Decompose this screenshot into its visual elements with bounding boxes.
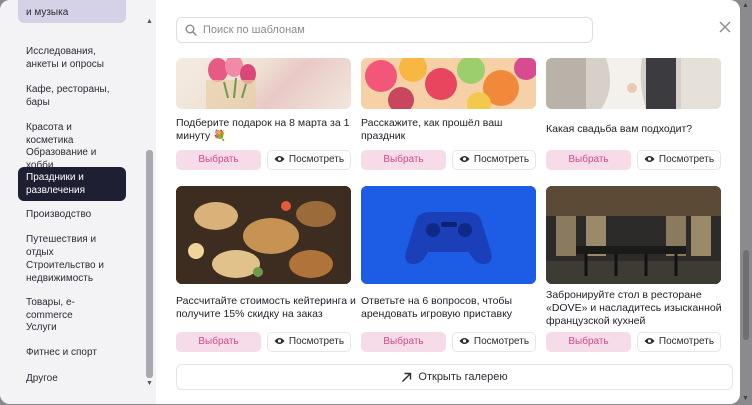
sidebar-item-construction[interactable]: Строительство и недвижимость	[18, 259, 126, 285]
sidebar-item-label: Исследования, анкеты и опросы	[26, 46, 104, 70]
view-button-label: Посмотреть	[473, 154, 530, 165]
search-input[interactable]	[203, 24, 573, 36]
choose-button[interactable]: Выбрать	[361, 332, 446, 352]
view-button[interactable]: Посмотреть	[637, 332, 721, 352]
search-box[interactable]	[176, 17, 593, 43]
view-button[interactable]: Посмотреть	[452, 150, 536, 170]
sidebar-item-label: Производство	[26, 209, 92, 220]
card-image-wedding	[546, 58, 721, 109]
sidebar-item-fitness[interactable]: Фитнес и спорт	[18, 346, 126, 359]
view-button[interactable]: Посмотреть	[452, 332, 536, 352]
page-background-strip	[740, 0, 752, 405]
sidebar-item-label: Товары, e-commerce	[26, 297, 75, 321]
sidebar-item-ecommerce[interactable]: Товары, e-commerce	[18, 296, 126, 322]
close-icon[interactable]	[717, 21, 733, 37]
sidebar-item-production[interactable]: Производство	[18, 208, 126, 221]
view-button[interactable]: Посмотреть	[267, 332, 351, 352]
choose-button[interactable]: Выбрать	[546, 150, 631, 170]
eye-icon	[644, 338, 655, 345]
sidebar-item-holidays[interactable]: Праздники и развлечения	[18, 167, 126, 201]
card-title: Ответьте на 6 вопросов, чтобы арендовать…	[361, 295, 513, 320]
card-image-balloons	[361, 58, 536, 109]
sidebar-scroll-down-arrow[interactable]: ▼	[146, 380, 153, 387]
card-image-gamepad	[361, 186, 536, 284]
view-button[interactable]: Посмотреть	[637, 150, 721, 170]
sidebar-scroll-up-arrow[interactable]: ▲	[146, 18, 153, 25]
sidebar-item-research[interactable]: Исследования, анкеты и опросы	[18, 45, 126, 71]
choose-button[interactable]: Выбрать	[176, 332, 261, 352]
card-image-tulips	[176, 58, 351, 109]
sidebar-item-label: Другое	[26, 373, 58, 384]
page-scroll-up-arrow[interactable]: ▲	[742, 2, 749, 9]
eye-icon	[459, 338, 470, 345]
card-title: Какая свадьба вам подходит?	[546, 123, 693, 135]
eye-icon	[459, 156, 470, 163]
template-gallery-modal: и музыка Исследования, анкеты и опросы К…	[0, 0, 740, 404]
sidebar-item-other[interactable]: Другое	[18, 372, 126, 385]
view-button-label: Посмотреть	[288, 336, 345, 347]
choose-button[interactable]: Выбрать	[361, 150, 446, 170]
sidebar-item-label: Кафе, рестораны, бары	[26, 84, 110, 108]
sidebar-item-beauty[interactable]: Красота и косметика	[18, 121, 126, 147]
sidebar-item-label: и музыка	[26, 7, 69, 18]
sidebar-item-label: Путешествия и отдых	[26, 234, 97, 258]
view-button-label: Посмотреть	[473, 336, 530, 347]
page-scroll-down-arrow[interactable]: ▼	[742, 395, 749, 402]
sidebar-item-label: Строительство и недвижимость	[26, 260, 104, 284]
sidebar-scrollbar-thumb[interactable]	[146, 150, 153, 378]
sidebar-item-label: Фитнес и спорт	[26, 347, 97, 358]
view-button-label: Посмотреть	[658, 336, 715, 347]
eye-icon	[274, 156, 285, 163]
eye-icon	[644, 156, 655, 163]
choose-button[interactable]: Выбрать	[176, 150, 261, 170]
page-scrollbar-thumb[interactable]	[743, 250, 749, 340]
sidebar-item-label: Красота и косметика	[26, 122, 74, 146]
sidebar-item-cafes[interactable]: Кафе, рестораны, бары	[18, 83, 126, 109]
card-image-restaurant	[546, 186, 721, 284]
card-title: Подберите подарок на 8 марта за 1 минуту…	[176, 117, 350, 142]
sidebar-item-travel[interactable]: Путешествия и отдых	[18, 233, 126, 259]
card-image-catering	[176, 186, 351, 284]
choose-button[interactable]: Выбрать	[546, 332, 631, 352]
card-title: Забронируйте стол в ресторане «DOVE» и н…	[546, 289, 722, 327]
card-title: Расскажите, как прошёл ваш праздник	[361, 117, 503, 142]
category-sidebar: и музыка Исследования, анкеты и опросы К…	[0, 0, 156, 404]
sidebar-item-services[interactable]: Услуги	[18, 321, 126, 334]
sidebar-item-label: Услуги	[26, 322, 57, 333]
open-gallery-label: Открыть галерею	[418, 371, 508, 383]
arrow-up-right-icon	[402, 372, 412, 382]
view-button-label: Посмотреть	[658, 154, 715, 165]
search-icon	[185, 24, 197, 36]
open-gallery-button[interactable]: Открыть галерею	[176, 364, 733, 390]
view-button-label: Посмотреть	[288, 154, 345, 165]
card-title: Рассчитайте стоимость кейтеринга и получ…	[176, 295, 356, 320]
eye-icon	[274, 338, 285, 345]
sidebar-item-label: Праздники и развлечения	[26, 172, 86, 196]
template-content: Подберите подарок на 8 марта за 1 минуту…	[156, 0, 740, 404]
sidebar-item-music[interactable]: и музыка	[18, 0, 126, 23]
view-button[interactable]: Посмотреть	[267, 150, 351, 170]
